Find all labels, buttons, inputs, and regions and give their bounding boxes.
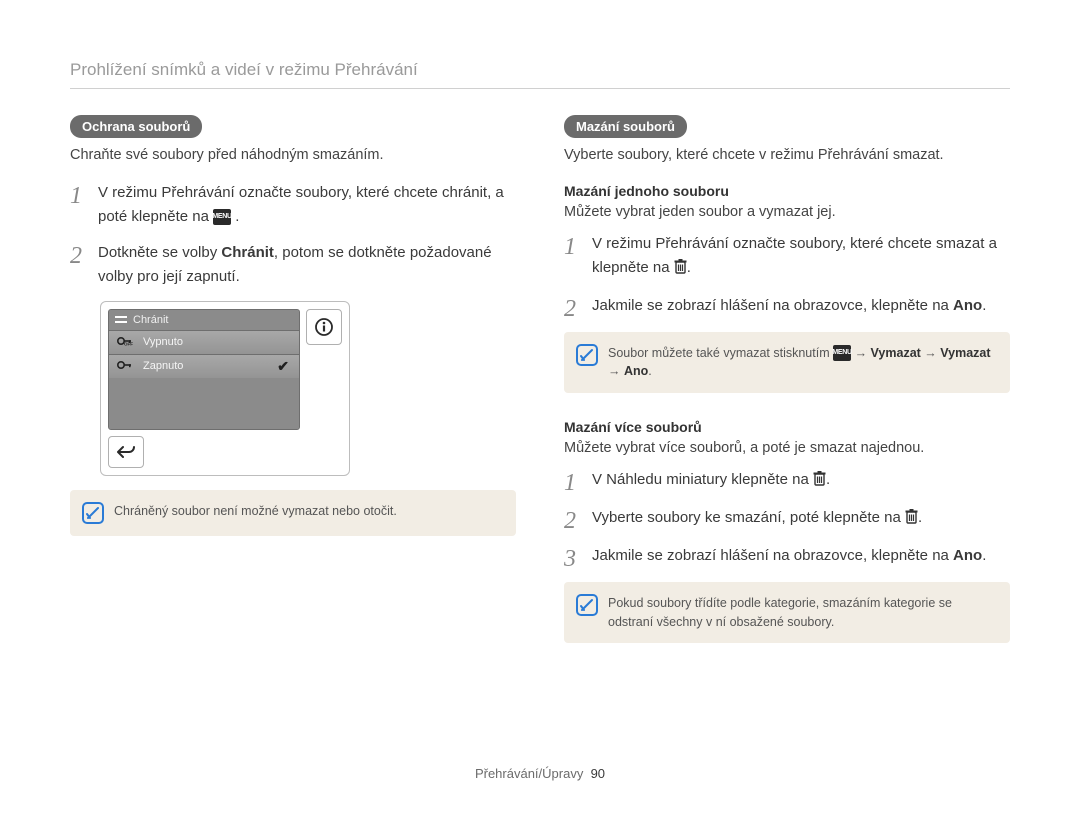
n1e: Vymazat bbox=[940, 346, 990, 360]
col-protect: Ochrana souborů Chraňte své soubory před… bbox=[70, 115, 516, 647]
n1a: Soubor můžete také vymazat stisknutím bbox=[608, 346, 833, 360]
protect-lead: Chraňte své soubory před náhodným smazán… bbox=[70, 145, 516, 167]
del1-s2b: Ano bbox=[953, 297, 982, 314]
note-icon bbox=[576, 344, 598, 366]
del1-step-1: V režimu Přehrávání označte soubory, kte… bbox=[564, 232, 1010, 282]
delete-one-steps: V režimu Přehrávání označte soubory, kte… bbox=[564, 232, 1010, 318]
protect-step-2: Dotkněte se volby Chránit, potom se dotk… bbox=[70, 241, 516, 289]
menu-icon: MENU bbox=[213, 209, 231, 225]
info-icon bbox=[314, 317, 334, 337]
del1-step-2: Jakmile se zobrazí hlášení na obrazovce,… bbox=[564, 294, 1010, 318]
trash-icon bbox=[905, 508, 918, 532]
page-title: Prohlížení snímků a videí v režimu Přehr… bbox=[70, 60, 1010, 89]
camera-ui: Chránit OFF Vypnuto Zapnuto bbox=[100, 301, 350, 476]
n1c: Vymazat bbox=[871, 346, 921, 360]
del1-s2c: . bbox=[982, 297, 986, 314]
protect-step-1: V režimu Přehrávání označte soubory, kte… bbox=[70, 181, 516, 229]
n1g: Ano bbox=[624, 364, 648, 378]
dm3a: Jakmile se zobrazí hlášení na obrazovce,… bbox=[592, 547, 953, 564]
ui-off-label: Vypnuto bbox=[143, 336, 183, 348]
note-delete-one-text: Soubor můžete také vymazat stisknutím ME… bbox=[608, 344, 998, 382]
delm-step-3: Jakmile se zobrazí hlášení na obrazovce,… bbox=[564, 544, 1010, 568]
note-icon bbox=[82, 502, 104, 524]
delete-lead: Vyberte soubory, které chcete v režimu P… bbox=[564, 145, 1010, 167]
key-off-icon: OFF bbox=[117, 336, 135, 349]
note-protect: Chráněný soubor není možné vymazat nebo … bbox=[70, 490, 516, 536]
svg-text:OFF: OFF bbox=[124, 341, 133, 346]
pill-delete: Mazání souborů bbox=[564, 115, 687, 138]
delete-one-para: Můžete vybrat jeden soubor a vymazat jej… bbox=[564, 202, 1010, 224]
dm3b: Ano bbox=[953, 547, 982, 564]
step2-text-a: Dotkněte se volby bbox=[98, 244, 221, 261]
ui-back-button[interactable] bbox=[108, 436, 144, 468]
dm1b: . bbox=[826, 471, 830, 488]
trash-icon bbox=[674, 258, 687, 282]
n1d: → bbox=[921, 346, 940, 360]
ui-info-button[interactable] bbox=[306, 309, 342, 345]
dm2a: Vyberte soubory ke smazání, poté klepnět… bbox=[592, 509, 905, 526]
delete-many-steps: V Náhledu miniatury klepněte na . Vybert… bbox=[564, 468, 1010, 568]
step1-text-b: . bbox=[231, 208, 239, 225]
step2-bold: Chránit bbox=[221, 244, 274, 261]
dm2b: . bbox=[918, 509, 922, 526]
step1-text-a: V režimu Přehrávání označte soubory, kte… bbox=[98, 184, 504, 225]
pill-protect: Ochrana souborů bbox=[70, 115, 202, 138]
dm3c: . bbox=[982, 547, 986, 564]
trash-icon bbox=[813, 470, 826, 494]
n1f: → bbox=[608, 364, 624, 378]
protect-steps: V režimu Přehrávání označte soubory, kte… bbox=[70, 181, 516, 289]
footer-page-number: 90 bbox=[591, 766, 605, 781]
note-delete-many: Pokud soubory třídíte podle kategorie, s… bbox=[564, 582, 1010, 644]
n1b: → bbox=[851, 346, 870, 360]
delete-one-heading: Mazání jednoho souboru bbox=[564, 183, 1010, 199]
note-icon bbox=[576, 594, 598, 616]
delm-step-1: V Náhledu miniatury klepněte na . bbox=[564, 468, 1010, 494]
key-on-icon bbox=[117, 360, 135, 373]
ui-panel-title: Chránit bbox=[109, 310, 299, 330]
delete-many-heading: Mazání více souborů bbox=[564, 419, 1010, 435]
delete-many-para: Můžete vybrat více souborů, a poté je sm… bbox=[564, 438, 1010, 460]
dm1a: V Náhledu miniatury klepněte na bbox=[592, 471, 813, 488]
note-delete-many-text: Pokud soubory třídíte podle kategorie, s… bbox=[608, 594, 998, 632]
del1-s1b: . bbox=[687, 259, 691, 276]
ui-option-on[interactable]: Zapnuto bbox=[109, 354, 299, 378]
ui-panel: Chránit OFF Vypnuto Zapnuto bbox=[108, 309, 300, 430]
ui-option-off[interactable]: OFF Vypnuto bbox=[109, 330, 299, 354]
delm-step-2: Vyberte soubory ke smazání, poté klepnět… bbox=[564, 506, 1010, 532]
del1-s2a: Jakmile se zobrazí hlášení na obrazovce,… bbox=[592, 297, 953, 314]
del1-s1a: V režimu Přehrávání označte soubory, kte… bbox=[592, 235, 997, 276]
note-delete-one: Soubor můžete také vymazat stisknutím ME… bbox=[564, 332, 1010, 394]
note-protect-text: Chráněný soubor není možné vymazat nebo … bbox=[114, 502, 397, 521]
back-icon bbox=[117, 445, 135, 459]
menu-icon: MENU bbox=[833, 345, 851, 361]
footer-section: Přehrávání/Úpravy bbox=[475, 766, 583, 781]
ui-on-label: Zapnuto bbox=[143, 360, 183, 372]
page-footer: Přehrávání/Úpravy 90 bbox=[0, 766, 1080, 781]
n1h: . bbox=[648, 364, 651, 378]
col-delete: Mazání souborů Vyberte soubory, které ch… bbox=[564, 115, 1010, 647]
